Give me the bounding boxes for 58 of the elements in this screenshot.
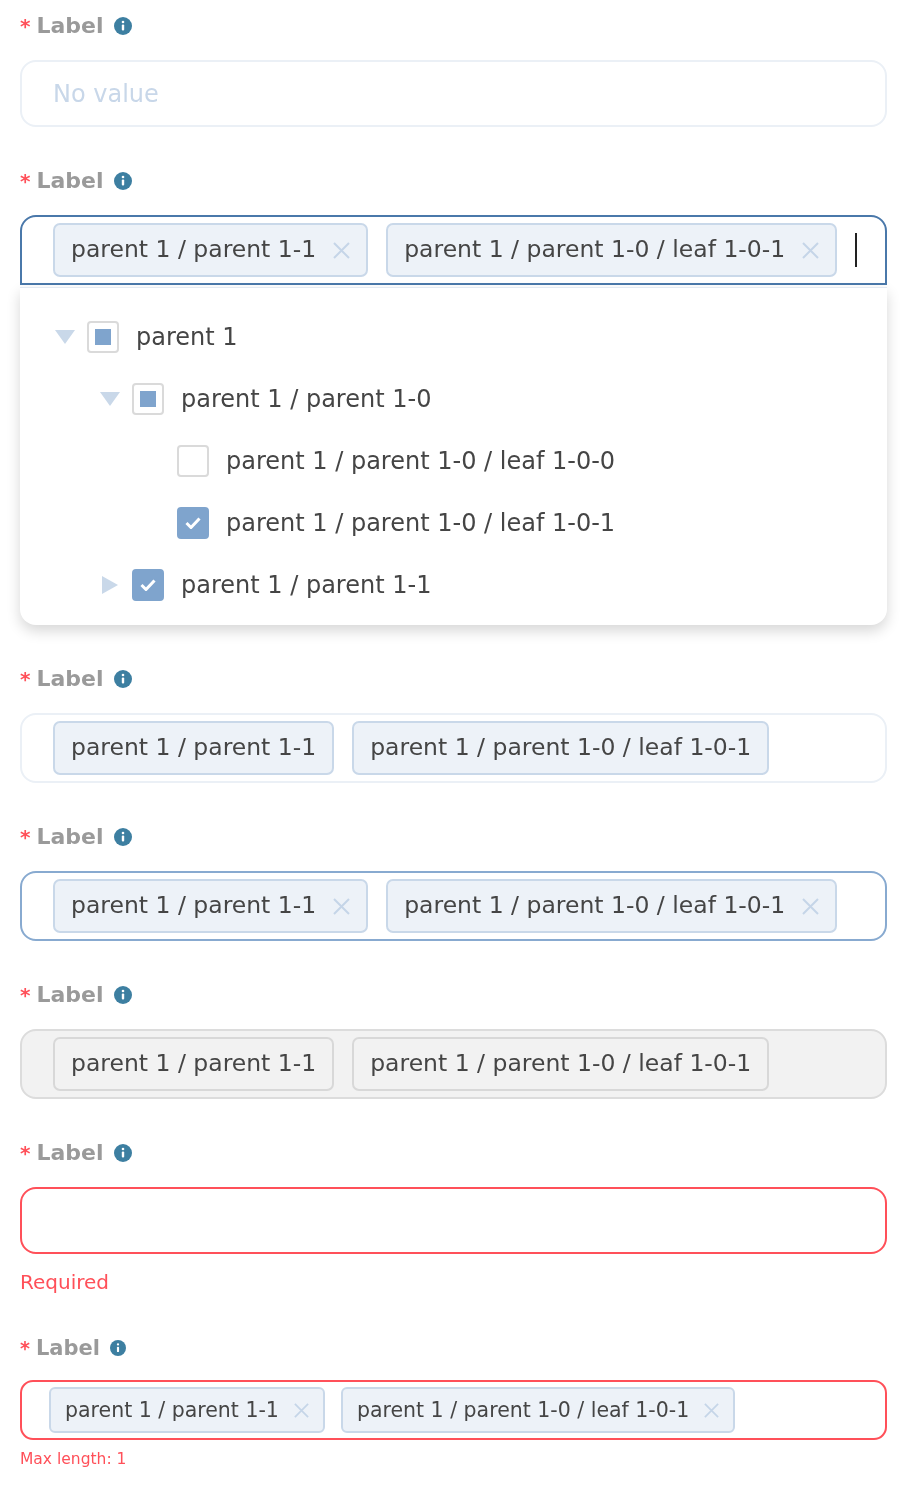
tag-label: parent 1 / parent 1-1 [71,234,317,266]
field-label: Label [36,15,104,37]
tree-item-label[interactable]: parent 1 / parent 1-0 / leaf 1-0-0 [226,443,616,479]
required-mark: * [20,985,31,1005]
checkbox[interactable] [177,507,209,539]
tree-item-label[interactable]: parent 1 [136,319,238,355]
field-label: Label [36,984,104,1006]
tree-item-label[interactable]: parent 1 / parent 1-1 [181,567,432,603]
caret-right-icon[interactable] [102,576,118,594]
checkbox[interactable] [132,569,164,601]
error-message: Max length: 1 [20,1450,127,1470]
tag-label: parent 1 / parent 1-0 / leaf 1-0-1 [404,890,786,922]
tag-label: parent 1 / parent 1-1 [71,1048,317,1080]
tree-select-field[interactable]: parent 1 / parent 1-1 parent 1 / parent 1-0 / leaf 1-0-1 [20,713,887,783]
close-icon[interactable] [704,1402,720,1418]
tag-label: parent 1 / parent 1-1 [71,890,317,922]
info-icon[interactable] [109,1340,126,1356]
info-icon[interactable] [113,17,132,35]
tree-select-field[interactable]: parent 1 / parent 1-1 parent 1 / parent 1-0 / leaf 1-0-1 [20,1029,887,1099]
tree-select-field[interactable]: parent 1 / parent 1-1 parent 1 / parent 1-0 / leaf 1-0-1 [20,1380,887,1440]
required-mark: * [20,669,31,689]
check-icon [140,579,156,591]
required-mark: * [20,1143,31,1163]
close-icon[interactable] [333,241,351,259]
required-mark: * [20,171,31,191]
tree-select-field[interactable]: parent 1 / parent 1-1 parent 1 / parent 1-0 / leaf 1-0-1 [20,871,887,941]
required-mark: * [20,1338,30,1358]
close-icon[interactable] [293,1402,309,1418]
info-icon[interactable] [113,1144,132,1162]
close-icon[interactable] [333,897,351,915]
field-label: Label [35,1337,100,1359]
close-icon[interactable] [802,241,820,259]
text-cursor [855,233,858,267]
field-label: Label [36,668,104,690]
info-icon[interactable] [113,986,132,1004]
tree-item-label[interactable]: parent 1 / parent 1-0 [181,381,432,417]
required-mark: * [20,16,31,36]
required-mark: * [20,827,31,847]
caret-down-icon[interactable] [100,392,120,406]
check-icon [185,517,201,529]
tag-label: parent 1 / parent 1-1 [65,1396,279,1424]
close-icon[interactable] [802,897,820,915]
error-message: Required [20,1270,109,1295]
field-label: Label [36,826,104,848]
tag-label: parent 1 / parent 1-0 / leaf 1-0-1 [404,234,786,266]
tag-label: parent 1 / parent 1-1 [71,732,317,764]
info-icon[interactable] [113,828,132,846]
input-field[interactable] [20,1187,887,1254]
tag-label: parent 1 / parent 1-0 / leaf 1-0-1 [370,1048,752,1080]
tree-select-field[interactable]: parent 1 / parent 1-1 parent 1 / parent 1-0 / leaf 1-0-1 [20,215,887,285]
tag-label: parent 1 / parent 1-0 / leaf 1-0-1 [356,1396,690,1424]
tag-label: parent 1 / parent 1-0 / leaf 1-0-1 [370,732,752,764]
caret-down-icon[interactable] [55,330,75,344]
field-label: Label [36,1142,104,1164]
field-label: Label [36,170,104,192]
info-icon[interactable] [113,670,132,688]
info-icon[interactable] [113,172,132,190]
tree-item-label[interactable]: parent 1 / parent 1-0 / leaf 1-0-1 [226,505,616,541]
